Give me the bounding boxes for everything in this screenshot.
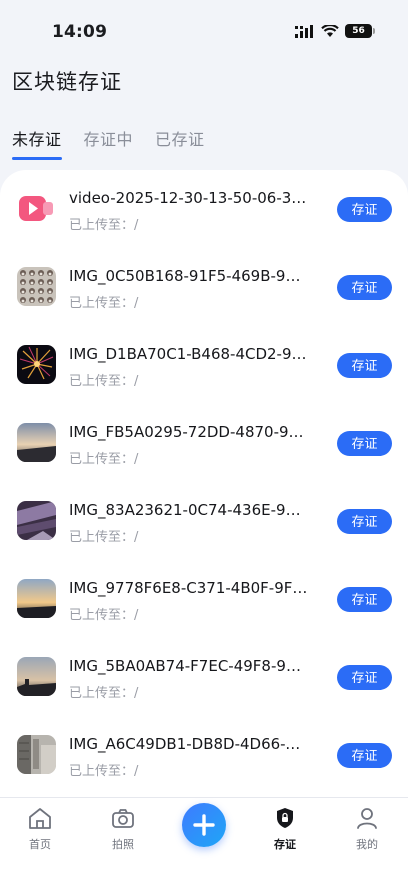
file-list: video-2025-12-30-13-50-06-368… 已上传至：/ 存证: [0, 170, 408, 810]
file-status: 已上传至：/: [69, 296, 139, 311]
file-name: video-2025-12-30-13-50-06-368…: [69, 189, 309, 207]
file-name: IMG_9778F6E8-C371-4B0F-9FB…: [69, 579, 309, 597]
file-status: 已上传至：/: [69, 218, 139, 233]
list-item[interactable]: IMG_A6C49DB1-DB8D-4D66-A6… 已上传至：/ 存证: [0, 716, 408, 794]
file-name: IMG_83A23621-0C74-436E-9307…: [69, 501, 309, 519]
add-button[interactable]: [182, 803, 226, 847]
list-item[interactable]: IMG_D1BA70C1-B468-4CD2-976… 已上传至：/ 存证: [0, 326, 408, 404]
file-name: IMG_0C50B168-91F5-469B-988…: [69, 267, 309, 285]
battery-icon: 56: [345, 24, 375, 38]
tabbar-certify[interactable]: 存证: [255, 806, 315, 852]
video-thumbnail-icon: [17, 189, 56, 228]
tabbar-home[interactable]: 首页: [10, 806, 70, 852]
photo-thumbnail: [17, 579, 56, 618]
file-name: IMG_5BA0AB74-F7EC-49F8-9B8…: [69, 657, 309, 675]
photo-thumbnail: [17, 345, 56, 384]
photo-thumbnail: [17, 267, 56, 306]
tabbar-camera[interactable]: 拍照: [93, 806, 153, 852]
status-bar: 14:09 56: [0, 0, 408, 60]
certify-button[interactable]: 存证: [337, 431, 392, 456]
user-icon: [357, 808, 377, 829]
tab-bar: 未存证 存证中 已存证: [12, 126, 205, 160]
file-status: 已上传至：/: [69, 530, 139, 545]
status-time: 14:09: [52, 22, 108, 42]
certify-button[interactable]: 存证: [337, 665, 392, 690]
file-status: 已上传至：/: [69, 764, 139, 779]
photo-thumbnail: [17, 423, 56, 462]
tabbar-certify-label: 存证: [274, 838, 296, 851]
shield-lock-icon: [277, 808, 293, 828]
certify-button[interactable]: 存证: [337, 275, 392, 300]
tab-certified[interactable]: 已存证: [155, 126, 205, 160]
bottom-tab-bar: 首页 拍照 存证 我的: [0, 797, 408, 883]
camera-icon: [112, 809, 134, 828]
certify-button[interactable]: 存证: [337, 509, 392, 534]
certify-button[interactable]: 存证: [337, 587, 392, 612]
tabbar-home-label: 首页: [29, 838, 51, 851]
home-icon: [29, 808, 51, 829]
file-name: IMG_A6C49DB1-DB8D-4D66-A6…: [69, 735, 309, 753]
file-status: 已上传至：/: [69, 608, 139, 623]
status-icons: 56: [295, 24, 375, 38]
certify-button[interactable]: 存证: [337, 743, 392, 768]
plus-icon: [193, 814, 215, 836]
file-status: 已上传至：/: [69, 686, 139, 701]
tabbar-mine-label: 我的: [356, 838, 378, 851]
list-item[interactable]: IMG_83A23621-0C74-436E-9307… 已上传至：/ 存证: [0, 482, 408, 560]
list-item[interactable]: IMG_FB5A0295-72DD-4870-93F… 已上传至：/ 存证: [0, 404, 408, 482]
tabbar-camera-label: 拍照: [112, 838, 134, 851]
list-item[interactable]: IMG_5BA0AB74-F7EC-49F8-9B8… 已上传至：/ 存证: [0, 638, 408, 716]
tabbar-mine[interactable]: 我的: [337, 806, 397, 852]
certify-button[interactable]: 存证: [337, 353, 392, 378]
list-item[interactable]: IMG_0C50B168-91F5-469B-988… 已上传至：/ 存证: [0, 248, 408, 326]
file-status: 已上传至：/: [69, 374, 139, 389]
list-item[interactable]: IMG_9778F6E8-C371-4B0F-9FB… 已上传至：/ 存证: [0, 560, 408, 638]
file-name: IMG_FB5A0295-72DD-4870-93F…: [69, 423, 309, 441]
file-name: IMG_D1BA70C1-B468-4CD2-976…: [69, 345, 309, 363]
cellular-signal-icon: [295, 24, 313, 38]
file-status: 已上传至：/: [69, 452, 139, 467]
tab-certifying[interactable]: 存证中: [84, 126, 134, 160]
photo-thumbnail: [17, 735, 56, 774]
list-item[interactable]: video-2025-12-30-13-50-06-368… 已上传至：/ 存证: [0, 170, 408, 248]
tab-not-certified[interactable]: 未存证: [12, 126, 62, 160]
certify-button[interactable]: 存证: [337, 197, 392, 222]
photo-thumbnail: [17, 501, 56, 540]
photo-thumbnail: [17, 657, 56, 696]
page-title: 区块链存证: [12, 70, 122, 94]
wifi-icon: [321, 24, 339, 37]
